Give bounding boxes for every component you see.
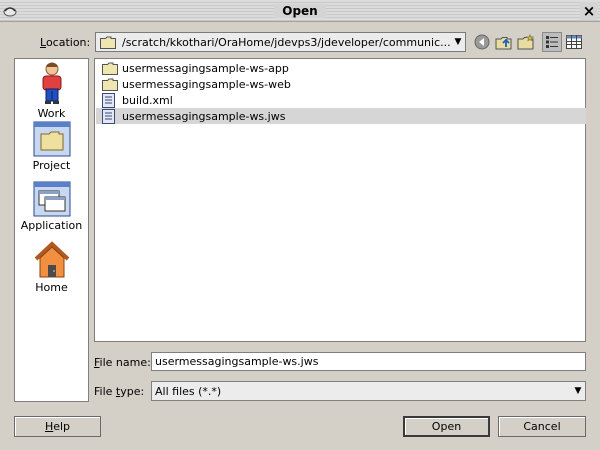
project-icon bbox=[33, 121, 70, 157]
up-folder-icon[interactable] bbox=[494, 32, 514, 52]
place-label: Home bbox=[35, 281, 68, 294]
folder-icon bbox=[102, 78, 118, 91]
place-label: Work bbox=[37, 107, 66, 120]
list-view-icon[interactable] bbox=[542, 32, 562, 52]
place-application[interactable]: Application bbox=[15, 181, 88, 232]
list-item[interactable]: usermessagingsample-ws.jws bbox=[96, 108, 586, 124]
open-button[interactable]: Open bbox=[403, 416, 490, 437]
list-item[interactable]: usermessagingsample-ws-app bbox=[96, 60, 289, 76]
new-folder-icon[interactable] bbox=[516, 32, 536, 52]
file-type-label: File type: bbox=[94, 385, 145, 398]
back-icon[interactable] bbox=[472, 32, 492, 52]
place-label: Project bbox=[32, 159, 71, 172]
file-type-select[interactable]: All files (*.*) ▼ bbox=[151, 381, 586, 401]
work-person-icon bbox=[42, 62, 61, 104]
place-label: Application bbox=[20, 219, 83, 232]
chevron-down-icon[interactable]: ▼ bbox=[571, 386, 585, 396]
location-label: Location: bbox=[40, 36, 91, 49]
file-name-label: File name: bbox=[94, 356, 151, 369]
file-icon bbox=[102, 108, 118, 124]
place-home[interactable]: Home bbox=[15, 241, 88, 294]
file-name-text: build.xml bbox=[122, 93, 173, 107]
help-button[interactable]: Help bbox=[14, 416, 101, 437]
file-name-text: usermessagingsample-ws.jws bbox=[122, 109, 286, 123]
place-work[interactable]: Work bbox=[15, 61, 88, 120]
place-project[interactable]: Project bbox=[15, 121, 88, 172]
file-type-value: All files (*.*) bbox=[155, 384, 222, 398]
file-list[interactable]: usermessagingsample-ws-app usermessaging… bbox=[94, 58, 586, 342]
chevron-down-icon[interactable]: ▼ bbox=[451, 37, 465, 47]
list-item[interactable]: build.xml bbox=[96, 92, 173, 108]
location-combo[interactable]: /scratch/kkothari/OraHome/jdevps3/jdevel… bbox=[95, 32, 466, 52]
folder-icon bbox=[102, 62, 118, 75]
file-name-text: usermessagingsample-ws-app bbox=[122, 61, 289, 75]
location-path: /scratch/kkothari/OraHome/jdevps3/jdevel… bbox=[122, 35, 451, 49]
close-icon[interactable]: × bbox=[580, 2, 598, 20]
folder-icon bbox=[100, 36, 116, 49]
file-name-text: usermessagingsample-ws-web bbox=[122, 77, 291, 91]
details-view-icon[interactable] bbox=[564, 32, 584, 52]
file-icon bbox=[102, 92, 118, 108]
application-icon bbox=[33, 181, 70, 217]
app-icon[interactable] bbox=[2, 3, 18, 19]
list-item[interactable]: usermessagingsample-ws-web bbox=[96, 76, 291, 92]
file-name-field[interactable] bbox=[151, 352, 586, 371]
cancel-button[interactable]: Cancel bbox=[498, 416, 586, 437]
home-icon bbox=[34, 241, 69, 278]
places-panel: Work Project Application Home bbox=[14, 58, 89, 402]
window-title: Open bbox=[0, 0, 600, 22]
